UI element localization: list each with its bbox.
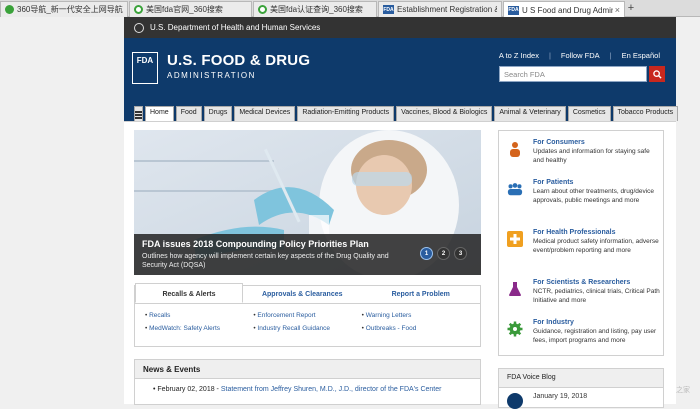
warning-letters-link[interactable]: Warning Letters: [362, 312, 470, 319]
news-heading: News & Events: [135, 360, 480, 379]
browser-tab-3[interactable]: 美国fda认证查询_360搜索: [253, 1, 377, 17]
flask-icon: [507, 281, 523, 297]
main-content: FDA issues 2018 Compounding Policy Prior…: [124, 121, 676, 409]
espanol-link[interactable]: En Español: [622, 51, 660, 60]
fda-favicon-icon: FDA: [383, 5, 394, 14]
close-icon[interactable]: ×: [615, 5, 620, 15]
search-360-icon: [258, 5, 267, 14]
audience-scientists[interactable]: For Scientists & Researchers NCTR, pedia…: [499, 279, 665, 319]
hhs-bar: U.S. Department of Health and Human Serv…: [124, 17, 676, 38]
audience-desc: NCTR, pediatrics, clinical trials, Criti…: [533, 288, 660, 304]
nav-food[interactable]: Food: [175, 106, 202, 121]
recalls-panel: Recalls & Alerts Approvals & Clearances …: [134, 283, 481, 347]
divider: |: [609, 51, 612, 60]
follow-fda-link[interactable]: Follow FDA: [561, 51, 600, 60]
audience-title[interactable]: For Consumers: [533, 139, 585, 146]
voice-blog-panel: FDA Voice Blog January 19, 2018: [498, 368, 664, 409]
page-background: U.S. Department of Health and Human Serv…: [0, 17, 700, 409]
tab-report-problem[interactable]: Report a Problem: [362, 286, 481, 303]
browser-tab-strip: 360导航_新一代安全上网导航 美国fda官网_360搜索 美国fda认证查询_…: [0, 0, 700, 18]
site-subtitle: ADMINISTRATION: [167, 71, 256, 80]
utility-links: A to Z Index | Follow FDA | En Español: [499, 51, 660, 60]
tab-label: 360导航_新一代安全上网导航: [17, 5, 123, 14]
nav-radiation[interactable]: Radiation-Emitting Products: [297, 106, 395, 121]
divider: |: [548, 51, 551, 60]
enforcement-report-link[interactable]: Enforcement Report: [253, 312, 361, 319]
globe-icon: [5, 5, 14, 14]
tab-recalls-alerts[interactable]: Recalls & Alerts: [135, 283, 243, 303]
nav-drugs[interactable]: Drugs: [203, 106, 233, 121]
carousel-page-2[interactable]: 2: [437, 247, 450, 260]
tab-label: Establishment Registration &: [397, 5, 497, 14]
audience-health-professionals[interactable]: For Health Professionals Medical product…: [499, 229, 665, 273]
menu-button[interactable]: [134, 106, 143, 121]
tab-label: U S Food and Drug Administ: [522, 5, 613, 15]
audience-patients[interactable]: For Patients Learn about other treatment…: [499, 179, 665, 223]
medical-cross-icon: [507, 231, 523, 247]
audience-title[interactable]: For Patients: [533, 179, 573, 186]
watermark: 之家: [676, 387, 690, 394]
nav-animal[interactable]: Animal & Veterinary: [494, 106, 566, 121]
search-icon: [652, 69, 662, 79]
news-events-panel: News & Events • February 02, 2018 - Stat…: [134, 359, 481, 405]
medwatch-link[interactable]: MedWatch: Safety Alerts: [145, 325, 253, 332]
audience-title[interactable]: For Health Professionals: [533, 229, 615, 236]
person-icon: [507, 141, 523, 157]
industry-recall-link[interactable]: Industry Recall Guidance: [253, 325, 361, 332]
audience-industry[interactable]: For Industry Guidance, registration and …: [499, 319, 665, 355]
hero-carousel[interactable]: FDA issues 2018 Compounding Policy Prior…: [134, 130, 481, 275]
search-360-icon: [134, 5, 143, 14]
fda-site: U.S. Department of Health and Human Serv…: [124, 17, 679, 409]
hhs-seal-icon: [134, 22, 144, 33]
main-nav: Home Food Drugs Medical Devices Radiatio…: [124, 102, 679, 121]
recalls-links: Recalls Enforcement Report Warning Lette…: [135, 304, 480, 332]
new-tab-button[interactable]: +: [624, 2, 638, 15]
recalls-link[interactable]: Recalls: [145, 312, 253, 319]
audience-desc: Updates and information for staying safe…: [533, 148, 650, 164]
gear-icon: [507, 321, 523, 337]
fda-logo[interactable]: FDA: [132, 52, 158, 84]
tab-label: 美国fda官网_360搜索: [146, 5, 223, 14]
search-input[interactable]: Search FDA: [499, 66, 647, 82]
group-icon: [507, 181, 523, 197]
carousel-page-3[interactable]: 3: [454, 247, 467, 260]
audience-title[interactable]: For Scientists & Researchers: [533, 279, 630, 286]
blog-heading: FDA Voice Blog: [499, 369, 663, 388]
hhs-link[interactable]: U.S. Department of Health and Human Serv…: [150, 23, 320, 32]
a-to-z-link[interactable]: A to Z Index: [499, 51, 539, 60]
browser-tab-1[interactable]: 360导航_新一代安全上网导航: [0, 1, 128, 17]
browser-tab-4[interactable]: FDA Establishment Registration &: [378, 1, 502, 17]
audience-panel: For Consumers Updates and information fo…: [498, 130, 664, 356]
news-date: February 02, 2018 -: [157, 386, 221, 393]
nav-medical-devices[interactable]: Medical Devices: [234, 106, 296, 121]
nav-cosmetics[interactable]: Cosmetics: [567, 106, 611, 121]
outbreaks-link[interactable]: Outbreaks - Food: [362, 325, 470, 332]
audience-desc: Medical product safety information, adve…: [533, 238, 659, 254]
nav-vaccines[interactable]: Vaccines, Blood & Biologics: [396, 106, 493, 121]
blog-date: January 19, 2018: [533, 393, 588, 400]
audience-desc: Learn about other treatments, drug/devic…: [533, 188, 655, 204]
search-button[interactable]: [649, 66, 665, 82]
blog-avatar-icon: [507, 393, 523, 409]
nav-home[interactable]: Home: [145, 106, 174, 121]
tab-approvals[interactable]: Approvals & Clearances: [243, 286, 362, 303]
carousel-page-1[interactable]: 1: [420, 247, 433, 260]
audience-consumers[interactable]: For Consumers Updates and information fo…: [499, 139, 665, 177]
tab-label: 美国fda认证查询_360搜索: [270, 5, 363, 14]
browser-tab-active[interactable]: FDA U S Food and Drug Administ ×: [503, 1, 625, 18]
site-title[interactable]: U.S. FOOD & DRUG: [167, 52, 310, 69]
audience-title[interactable]: For Industry: [533, 319, 574, 326]
site-header: FDA U.S. FOOD & DRUG ADMINISTRATION A to…: [124, 38, 676, 102]
browser-tab-2[interactable]: 美国fda官网_360搜索: [129, 1, 252, 17]
audience-desc: Guidance, registration and listing, pay …: [533, 328, 657, 344]
carousel-pagination: 1 2 3: [420, 247, 467, 260]
fda-favicon-icon: FDA: [508, 5, 519, 15]
recalls-tabs: Recalls & Alerts Approvals & Clearances …: [135, 283, 481, 304]
hero-description: Outlines how agency will implement certa…: [142, 253, 389, 269]
news-item: • February 02, 2018 - Statement from Jef…: [153, 386, 442, 393]
news-link[interactable]: Statement from Jeffrey Shuren, M.D., J.D…: [221, 386, 442, 393]
nav-tobacco[interactable]: Tobacco Products: [612, 106, 679, 121]
